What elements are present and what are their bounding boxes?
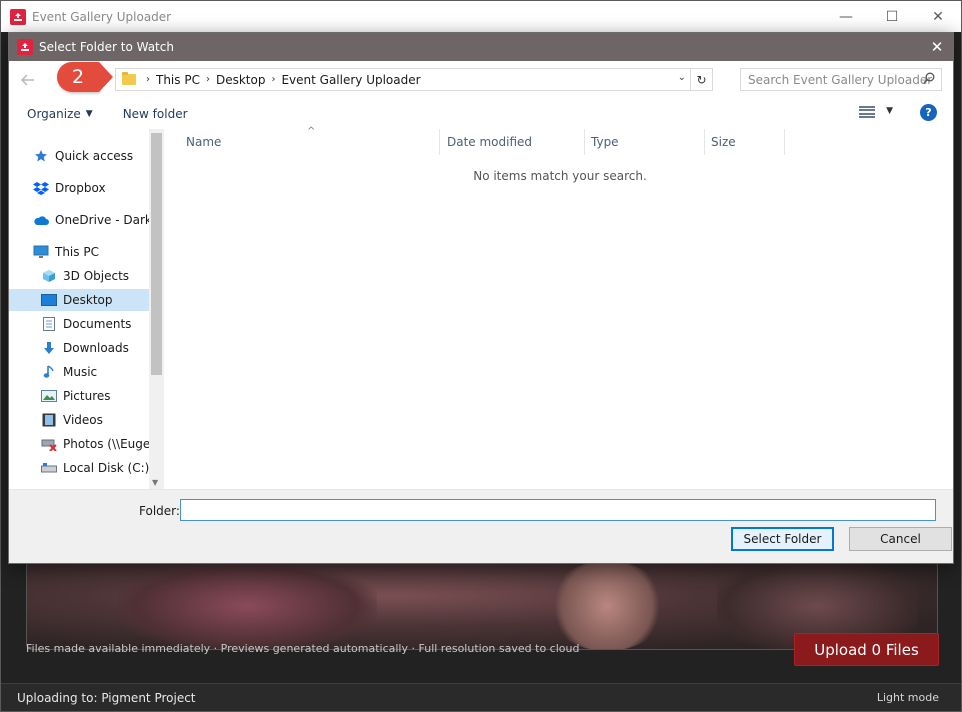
music-icon: [41, 364, 57, 380]
nav-item-label: OneDrive - Darkro: [55, 213, 164, 227]
nav-item-label: Downloads: [63, 341, 129, 355]
info-text: Files made available immediately · Previ…: [26, 642, 580, 655]
nav-item-label: Music: [63, 365, 98, 379]
breadcrumb-this-pc[interactable]: This PC: [156, 73, 200, 87]
scrollbar-thumb[interactable]: [151, 133, 162, 375]
nav-item-this-pc[interactable]: This PC: [33, 241, 149, 263]
documents-icon: [41, 316, 57, 332]
breadcrumb-separator-icon: ›: [205, 74, 210, 85]
refresh-icon[interactable]: ↻: [690, 69, 712, 90]
navigation-scrollbar[interactable]: ▼: [149, 129, 164, 489]
onedrive-icon: [33, 212, 49, 228]
maximize-button[interactable]: ☐: [869, 1, 915, 32]
folder-label: Folder:: [139, 504, 180, 518]
dialog-footer: Folder: Select Folder Cancel: [9, 489, 953, 563]
nav-item-music[interactable]: Music: [41, 361, 149, 383]
star-icon: [33, 148, 49, 164]
3d-objects-icon: [41, 268, 57, 284]
folder-name-input[interactable]: [180, 499, 936, 521]
column-header-name[interactable]: Name: [180, 129, 440, 155]
scroll-down-arrow-icon[interactable]: ▼: [152, 478, 158, 487]
nav-item-label: Photos (\\Eugen: [63, 437, 158, 451]
chevron-down-icon: ▼: [85, 109, 93, 119]
nav-item-label: Dropbox: [55, 181, 106, 195]
videos-icon: [41, 412, 57, 428]
nav-item-label: Videos: [63, 413, 103, 427]
empty-folder-message: No items match your search.: [473, 169, 647, 183]
breadcrumb-separator-icon: ›: [146, 74, 150, 85]
nav-item-label: Local Disk (C:): [63, 461, 150, 475]
dialog-titlebar: Select Folder to Watch ✕: [9, 33, 953, 61]
nav-item-videos[interactable]: Videos: [41, 409, 149, 431]
close-button[interactable]: ✕: [915, 1, 961, 32]
search-placeholder: Search Event Gallery Uploader: [748, 72, 933, 87]
address-bar[interactable]: › This PC › Desktop › Event Gallery Uplo…: [115, 68, 713, 91]
help-icon[interactable]: ?: [920, 104, 937, 121]
local-disk-icon: [41, 460, 57, 476]
pictures-icon: [41, 388, 57, 404]
column-header-type[interactable]: Type: [585, 129, 705, 155]
back-arrow-icon[interactable]: [19, 71, 37, 89]
organize-label: Organize: [27, 107, 81, 121]
new-folder-button[interactable]: New folder: [123, 107, 188, 121]
nav-item-desktop[interactable]: Desktop: [9, 289, 149, 311]
nav-item-network-photos[interactable]: Photos (\\Eugen: [41, 433, 158, 455]
column-header-date-modified[interactable]: Date modified: [441, 129, 585, 155]
app-title: Event Gallery Uploader: [32, 9, 172, 24]
nav-item-label: This PC: [55, 245, 99, 259]
folder-icon: [122, 72, 136, 85]
nav-item-quick-access[interactable]: Quick access: [33, 145, 149, 167]
photo-highlight: [117, 561, 377, 649]
breadcrumb-separator-icon: ›: [271, 74, 276, 85]
nav-item-3d-objects[interactable]: 3D Objects: [41, 265, 149, 287]
nav-item-label: Pictures: [63, 389, 111, 403]
search-box[interactable]: Search Event Gallery Uploader: [740, 68, 942, 91]
nav-item-label: Quick access: [55, 149, 134, 163]
nav-item-label: Desktop: [63, 293, 113, 307]
minimize-button[interactable]: —: [823, 1, 869, 32]
view-dropdown-icon[interactable]: ▼: [886, 106, 893, 116]
dropbox-icon: [33, 180, 49, 196]
app-titlebar: Event Gallery Uploader — ☐ ✕: [1, 1, 961, 32]
desktop-icon: [41, 292, 57, 308]
file-list-pane: ^ Name Date modified Type Size No items …: [164, 126, 953, 489]
theme-toggle[interactable]: Light mode: [877, 691, 939, 704]
nav-item-downloads[interactable]: Downloads: [41, 337, 149, 359]
network-drive-icon: [41, 436, 57, 452]
search-icon: [923, 72, 935, 87]
status-bar: Uploading to: Pigment Project Light mode: [1, 683, 961, 711]
nav-item-documents[interactable]: Documents: [41, 313, 149, 335]
new-folder-label: New folder: [122, 107, 188, 121]
nav-item-pictures[interactable]: Pictures: [41, 385, 149, 407]
dialog-logo-icon: [17, 39, 33, 55]
dialog-close-button[interactable]: ✕: [927, 37, 947, 57]
navigation-pane: Quick access Dropbox OneDrive - Darkro T…: [9, 129, 164, 489]
column-header-size[interactable]: Size: [705, 129, 785, 155]
breadcrumb-desktop[interactable]: Desktop: [216, 73, 266, 87]
select-folder-dialog: Select Folder to Watch ✕ › This PC › Des…: [8, 32, 954, 564]
nav-item-label: Documents: [63, 317, 132, 331]
nav-item-label: 3D Objects: [63, 269, 130, 283]
address-dropdown-icon[interactable]: ⌄: [678, 72, 686, 83]
upload-target-text: Uploading to: Pigment Project: [17, 690, 196, 705]
nav-item-onedrive[interactable]: OneDrive - Darkro: [33, 209, 164, 231]
cancel-button[interactable]: Cancel: [849, 527, 952, 551]
breadcrumb-current-folder[interactable]: Event Gallery Uploader: [281, 73, 420, 87]
view-options-icon[interactable]: [859, 106, 875, 118]
this-pc-icon: [33, 244, 49, 260]
app-logo-icon: [10, 8, 26, 25]
navigation-row: › This PC › Desktop › Event Gallery Uplo…: [9, 61, 953, 99]
photo-highlight: [547, 561, 667, 649]
window-controls: — ☐ ✕: [823, 1, 961, 32]
select-folder-button[interactable]: Select Folder: [731, 527, 834, 551]
downloads-icon: [41, 340, 57, 356]
organize-menu-button[interactable]: Organize ▼: [27, 107, 93, 121]
step-badge: 2: [57, 62, 113, 92]
nav-item-local-disk[interactable]: Local Disk (C:): [41, 457, 149, 479]
upload-files-button[interactable]: Upload 0 Files: [794, 633, 939, 666]
nav-item-dropbox[interactable]: Dropbox: [33, 177, 149, 199]
dialog-toolbar: Organize ▼ New folder: [9, 99, 953, 129]
dialog-title: Select Folder to Watch: [39, 40, 174, 54]
